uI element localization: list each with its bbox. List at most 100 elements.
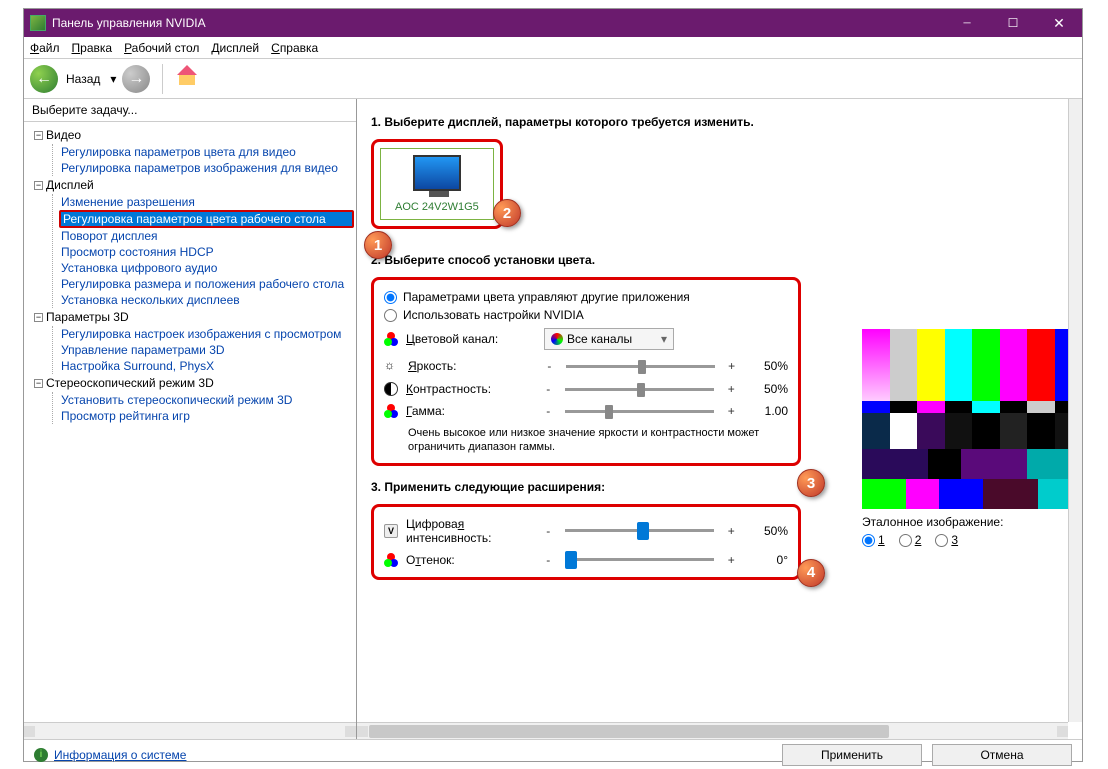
footer: i Информация о системе Применить Отмена (24, 739, 1082, 769)
brightness-value: 50% (745, 359, 788, 373)
rgb-swatch-icon (551, 333, 563, 345)
home-icon[interactable] (175, 67, 199, 91)
tree-item[interactable]: Установка нескольких дисплеев (59, 292, 354, 308)
tree-item[interactable]: Настройка Surround, PhysX (59, 358, 354, 374)
brightness-label: Яркость: (408, 359, 536, 373)
titlebar: Панель управления NVIDIA ─ ☐ ✕ (24, 9, 1082, 37)
task-tree: −ВидеоРегулировка параметров цвета для в… (24, 122, 356, 722)
tree-item[interactable]: Регулировка параметров изображения для в… (59, 160, 354, 176)
tree-item[interactable]: Регулировка параметров цвета рабочего ст… (59, 210, 354, 228)
display-item[interactable]: AOC 24V2W1G5 (380, 148, 494, 220)
menu-help[interactable]: Справка (271, 41, 318, 55)
monitor-icon (413, 155, 461, 191)
apply-button[interactable]: Применить (782, 744, 922, 766)
back-dropdown[interactable]: ▾ (110, 72, 116, 86)
main-v-scrollbar[interactable] (1068, 99, 1082, 722)
contrast-value: 50% (744, 382, 788, 396)
ref-radio-2[interactable]: 2 (899, 533, 922, 547)
gamma-value: 1.00 (744, 404, 788, 418)
sysinfo-icon: i (34, 748, 48, 762)
radio-nvidia[interactable]: Использовать настройки NVIDIA (384, 306, 788, 324)
tree-item[interactable]: Установка цифрового аудио (59, 260, 354, 276)
hue-icon (384, 553, 398, 567)
window-frame: Панель управления NVIDIA ─ ☐ ✕ Файл Прав… (23, 8, 1083, 762)
reference-label: Эталонное изображение: (862, 515, 1082, 529)
back-button[interactable]: ← (30, 65, 58, 93)
tree-item[interactable]: Установить стереоскопический режим 3D (59, 392, 354, 408)
color-settings-highlight: Параметрами цвета управляют другие прило… (371, 277, 801, 466)
channel-label: Цветовой канал: (406, 332, 536, 346)
menu-edit[interactable]: Правка (72, 41, 113, 55)
sysinfo-link[interactable]: Информация о системе (54, 748, 186, 762)
color-bars-preview (862, 329, 1082, 449)
tree-group-label[interactable]: −Дисплей (34, 176, 354, 194)
toolbar-separator (162, 64, 163, 94)
extensions-highlight: V Цифровая интенсивность: - + 50% Оттено… (371, 504, 801, 580)
radio-nvidia-input[interactable] (384, 309, 397, 322)
sidebar-scrollbar[interactable] (24, 722, 356, 739)
vibrance-slider[interactable] (565, 529, 714, 532)
tree-group-label[interactable]: −Параметры 3D (34, 308, 354, 326)
menubar: Файл Правка Рабочий стол Дисплей Справка (24, 37, 1082, 59)
hue-value: 0° (744, 553, 788, 567)
menu-display[interactable]: Дисплей (211, 41, 259, 55)
glitch-preview (862, 449, 1082, 509)
radio-other-apps-input[interactable] (384, 291, 397, 304)
tree-item[interactable]: Изменение разрешения (59, 194, 354, 210)
tree-item[interactable]: Регулировка параметров цвета для видео (59, 144, 354, 160)
contrast-icon (384, 382, 398, 396)
channel-icon (384, 332, 398, 346)
back-label: Назад (66, 72, 100, 86)
gamma-icon (384, 404, 398, 418)
tree-item[interactable]: Регулировка настроек изображения с просм… (59, 326, 354, 342)
callout-2: 2 (493, 199, 521, 227)
tree-item[interactable]: Поворот дисплея (59, 228, 354, 244)
tree-item[interactable]: Просмотр рейтинга игр (59, 408, 354, 424)
tree-group-label[interactable]: −Видео (34, 126, 354, 144)
chevron-down-icon: ▾ (661, 332, 667, 346)
brightness-slider[interactable] (566, 365, 714, 368)
main-panel: 1. Выберите дисплей, параметры которого … (357, 99, 1082, 739)
vibrance-icon: V (384, 524, 398, 538)
menu-desktop[interactable]: Рабочий стол (124, 41, 199, 55)
reference-radios: 1 2 3 (862, 533, 1082, 547)
cancel-button[interactable]: Отмена (932, 744, 1072, 766)
minimize-button[interactable]: ─ (944, 9, 990, 37)
radio-other-apps[interactable]: Параметрами цвета управляют другие прило… (384, 288, 788, 306)
maximize-button[interactable]: ☐ (990, 9, 1036, 37)
hue-label: Оттенок: (406, 553, 535, 567)
callout-4: 4 (797, 559, 825, 587)
forward-button[interactable]: → (122, 65, 150, 93)
window-title: Панель управления NVIDIA (52, 16, 944, 30)
gamma-note: Очень высокое или низкое значение яркост… (408, 426, 788, 455)
hue-slider[interactable] (565, 558, 714, 561)
main-h-scrollbar[interactable] (357, 722, 1068, 739)
tree-item[interactable]: Управление параметрами 3D (59, 342, 354, 358)
toolbar: ← Назад ▾ → (24, 59, 1082, 99)
channel-select[interactable]: Все каналы ▾ (544, 328, 674, 350)
menu-file[interactable]: Файл (30, 41, 60, 55)
brightness-icon: ☼ (384, 358, 400, 374)
gamma-label: Гамма: (406, 404, 535, 418)
tree-item[interactable]: Регулировка размера и положения рабочего… (59, 276, 354, 292)
app-icon (30, 15, 46, 31)
tree-group-label[interactable]: −Стереоскопический режим 3D (34, 374, 354, 392)
tree-item[interactable]: Просмотр состояния HDCP (59, 244, 354, 260)
callout-3: 3 (797, 469, 825, 497)
vibrance-value: 50% (744, 524, 788, 538)
contrast-slider[interactable] (565, 388, 714, 391)
section2-title: 2. Выберите способ установки цвета. (371, 253, 1068, 267)
preview-area: Эталонное изображение: 1 2 3 (862, 329, 1082, 547)
display-label: AOC 24V2W1G5 (395, 201, 479, 213)
ref-radio-1[interactable]: 1 (862, 533, 885, 547)
display-selector-highlight: AOC 24V2W1G5 (371, 139, 503, 229)
sidebar-header: Выберите задачу... (24, 99, 356, 122)
close-button[interactable]: ✕ (1036, 9, 1082, 37)
section1-title: 1. Выберите дисплей, параметры которого … (371, 115, 1068, 129)
callout-1: 1 (364, 231, 392, 259)
vibrance-label: Цифровая интенсивность: (406, 517, 535, 545)
gamma-slider[interactable] (565, 410, 714, 413)
contrast-label: Контрастность: (406, 382, 535, 396)
sidebar: Выберите задачу... −ВидеоРегулировка пар… (24, 99, 357, 739)
ref-radio-3[interactable]: 3 (935, 533, 958, 547)
